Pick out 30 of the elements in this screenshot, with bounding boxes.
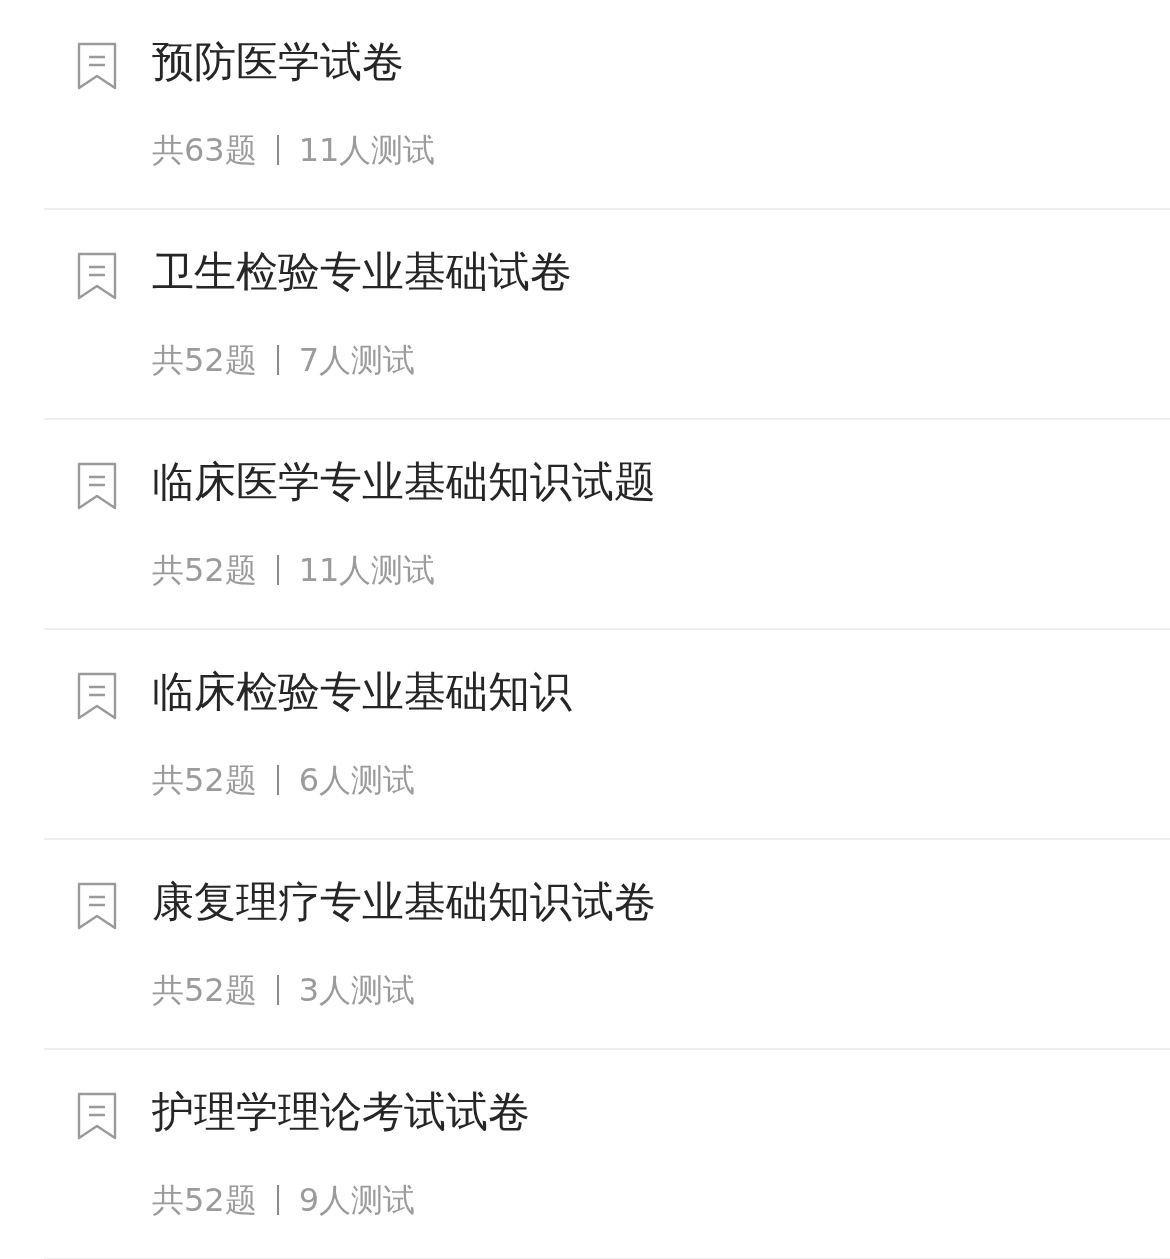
paper-title: 临床医学专业基础知识试题 xyxy=(152,456,656,508)
paper-list-item[interactable]: 护理学理论考试试卷 共52题 9人测试 xyxy=(44,1050,1170,1259)
bookmark-icon xyxy=(77,462,117,510)
paper-list-item[interactable]: 临床检验专业基础知识 共52题 6人测试 xyxy=(44,630,1170,840)
question-count: 共52题 xyxy=(152,1180,257,1220)
paper-title: 预防医学试卷 xyxy=(152,36,405,88)
tester-count: 11人测试 xyxy=(298,550,436,590)
tester-count: 3人测试 xyxy=(298,970,416,1010)
question-count: 共52题 xyxy=(152,760,257,800)
paper-title: 临床检验专业基础知识 xyxy=(152,666,572,718)
tester-count: 7人测试 xyxy=(298,340,416,380)
bookmark-icon xyxy=(77,42,117,90)
paper-title: 卫生检验专业基础试卷 xyxy=(152,246,572,298)
question-count: 共52题 xyxy=(152,550,257,590)
bookmark-icon xyxy=(77,672,117,720)
paper-list-item[interactable]: 卫生检验专业基础试卷 共52题 7人测试 xyxy=(44,210,1170,420)
paper-list-item[interactable]: 康复理疗专业基础知识试卷 共52题 3人测试 xyxy=(44,840,1170,1050)
question-count: 共63题 xyxy=(152,130,257,170)
bookmark-icon xyxy=(77,882,117,930)
question-count: 共52题 xyxy=(152,970,257,1010)
bookmark-icon xyxy=(77,1092,117,1140)
tester-count: 9人测试 xyxy=(298,1180,416,1220)
question-count: 共52题 xyxy=(152,340,257,380)
paper-list-item[interactable]: 预防医学试卷 共63题 11人测试 xyxy=(44,0,1170,210)
paper-title: 护理学理论考试试卷 xyxy=(152,1086,530,1138)
paper-title: 康复理疗专业基础知识试卷 xyxy=(152,876,656,928)
tester-count: 11人测试 xyxy=(298,130,436,170)
paper-list-item[interactable]: 临床医学专业基础知识试题 共52题 11人测试 xyxy=(44,420,1170,630)
bookmark-icon xyxy=(77,252,117,300)
tester-count: 6人测试 xyxy=(298,760,416,800)
